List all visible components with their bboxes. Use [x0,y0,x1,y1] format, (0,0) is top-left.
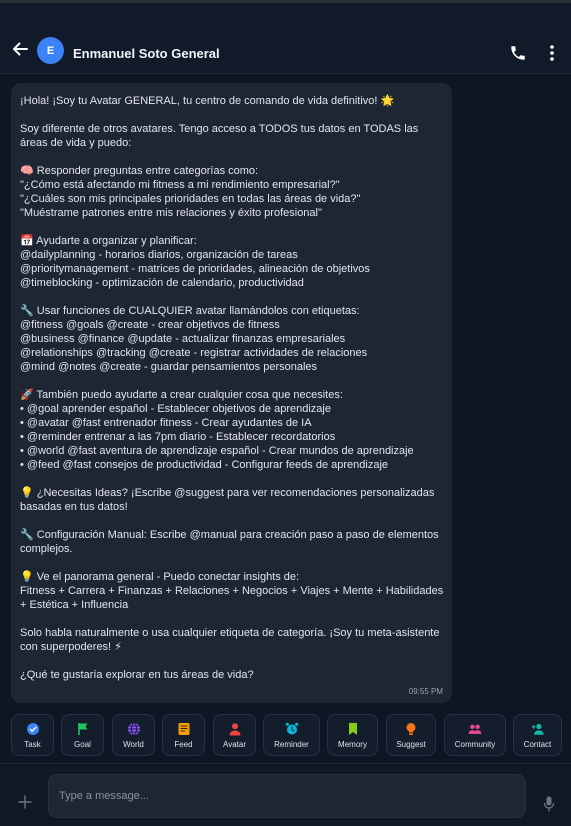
quick-action-feed[interactable]: Feed [162,714,205,756]
message-input[interactable] [48,774,526,818]
quick-action-contact[interactable]: Contact [513,714,562,756]
add-person-icon [531,722,545,736]
chat-header: E Enmanuel Soto General [0,3,571,74]
person-icon [228,722,242,736]
more-options-icon[interactable] [545,44,559,62]
quick-action-label: Goal [74,739,91,749]
microphone-icon[interactable] [543,796,555,812]
quick-action-world[interactable]: World [112,714,155,756]
avatar[interactable]: E [37,37,64,64]
newspaper-icon [177,722,191,736]
back-arrow-icon[interactable] [10,39,30,59]
quick-actions-bar: Task Goal World Feed Avatar Reminder Mem… [0,710,571,764]
chat-title: Enmanuel Soto General [73,46,220,61]
quick-action-label: Memory [338,739,367,749]
phone-icon[interactable] [509,44,527,62]
chat-area[interactable]: ¡Hola! ¡Soy tu Avatar GENERAL, tu centro… [0,74,571,710]
quick-action-label: Feed [174,739,193,749]
message-timestamp: 09:55 PM [408,687,443,696]
bookmark-icon [346,722,360,736]
flag-icon [76,722,90,736]
check-circle-icon [26,722,40,736]
message-text: ¡Hola! ¡Soy tu Avatar GENERAL, tu centro… [20,95,444,681]
quick-action-community[interactable]: Community [444,714,506,756]
alarm-clock-icon [285,722,299,736]
quick-action-label: Reminder [274,739,309,749]
quick-action-label: World [123,739,144,749]
quick-action-label: Avatar [223,739,246,749]
message-bubble: ¡Hola! ¡Soy tu Avatar GENERAL, tu centro… [11,83,452,703]
quick-action-label: Task [24,739,41,749]
quick-action-reminder[interactable]: Reminder [263,714,320,756]
globe-icon [127,722,141,736]
lightbulb-icon [404,722,418,736]
people-icon [468,722,482,736]
quick-action-label: Suggest [396,739,426,749]
quick-action-suggest[interactable]: Suggest [386,714,436,756]
quick-action-label: Contact [523,739,552,749]
quick-action-goal[interactable]: Goal [61,714,104,756]
quick-action-label: Community [454,739,496,749]
quick-action-avatar[interactable]: Avatar [213,714,256,756]
quick-action-memory[interactable]: Memory [327,714,378,756]
plus-icon[interactable] [18,795,32,809]
quick-action-task[interactable]: Task [11,714,54,756]
